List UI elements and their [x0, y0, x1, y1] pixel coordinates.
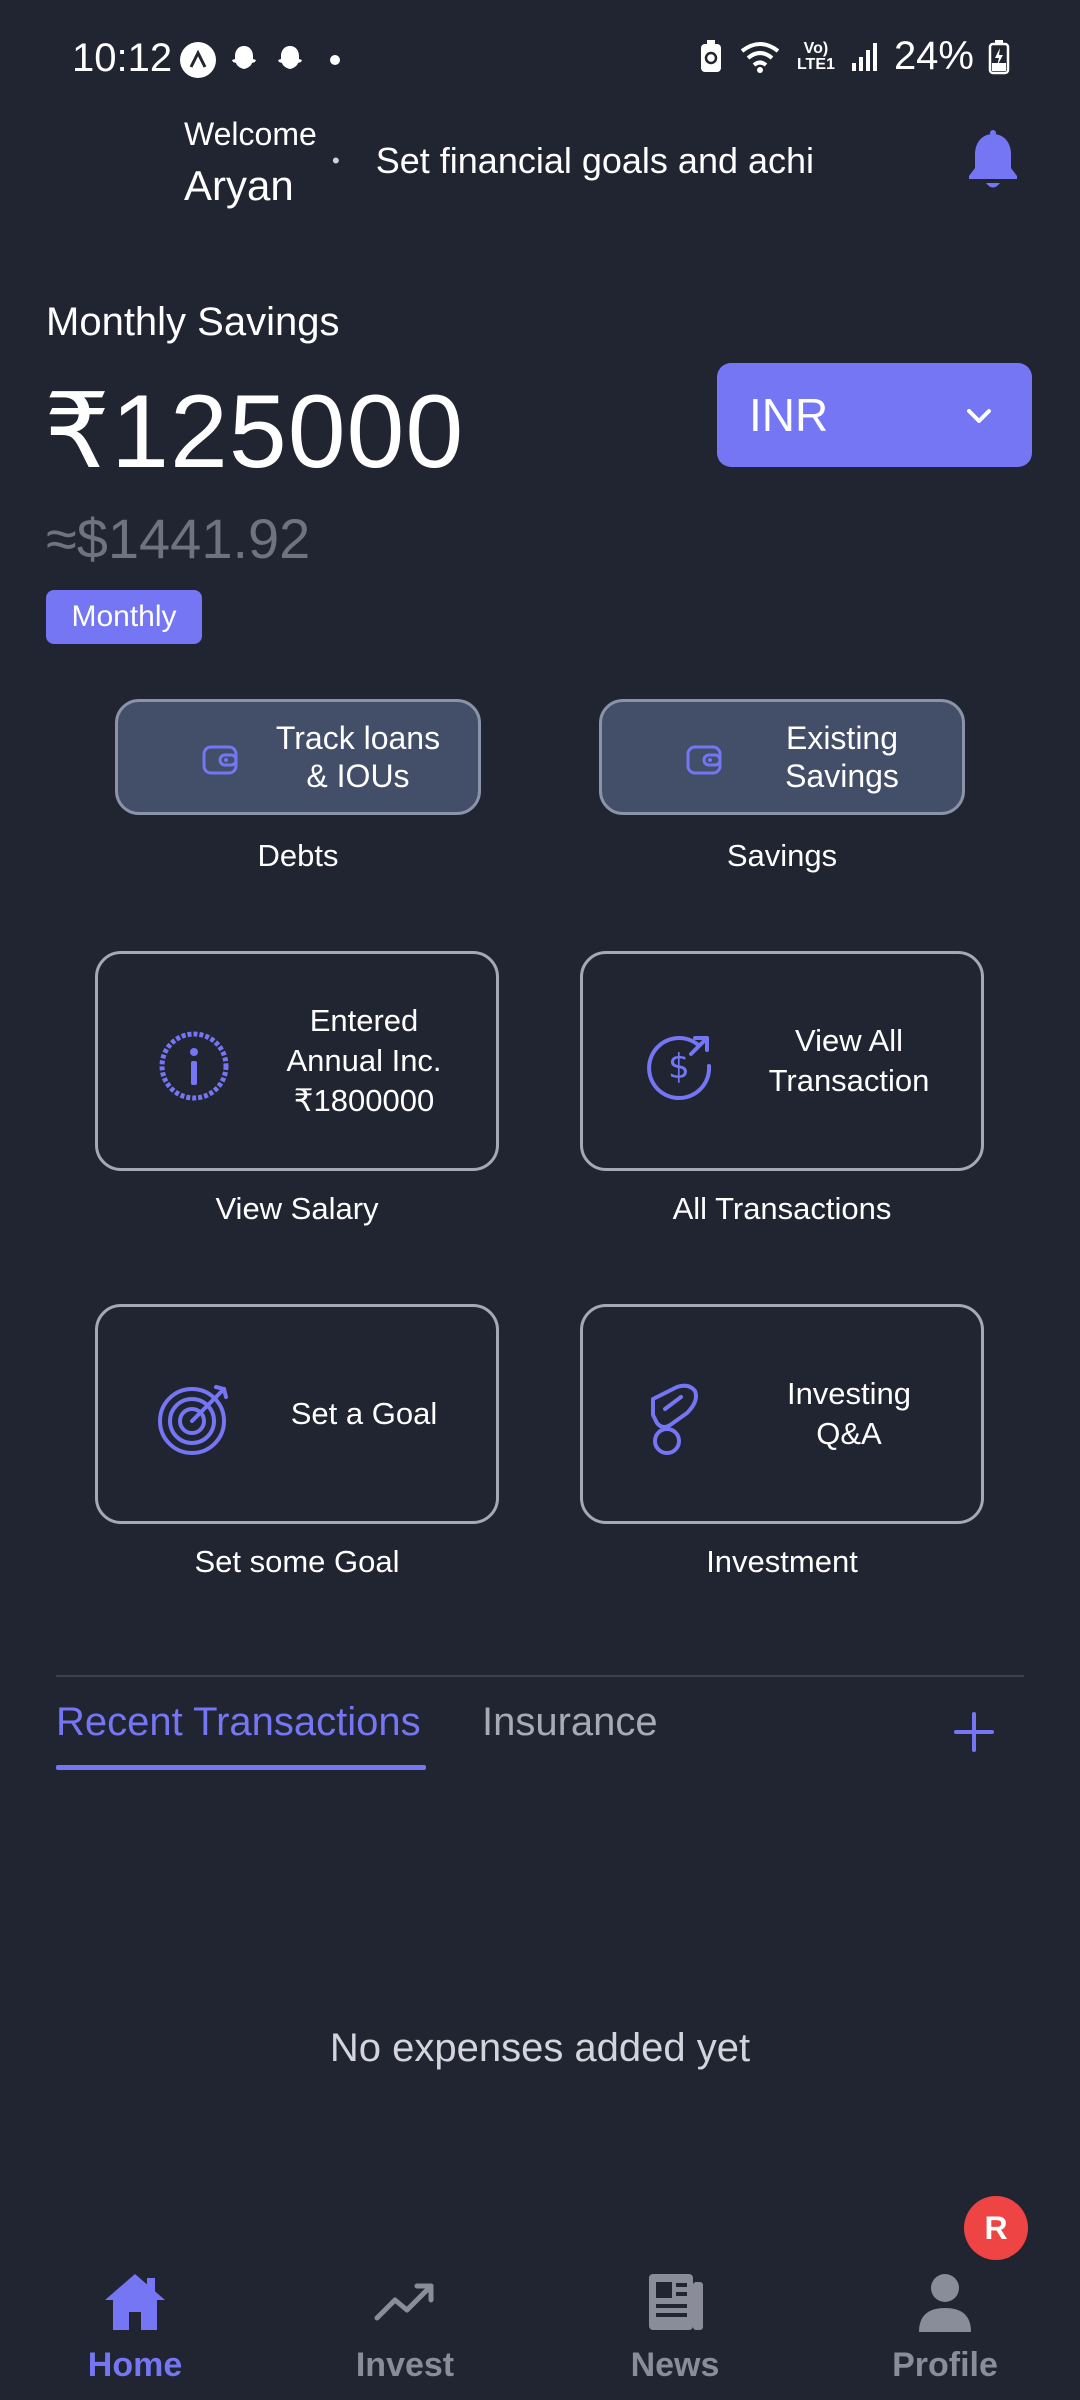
bell-icon[interactable] [964, 130, 1022, 192]
signal-icon [851, 42, 877, 71]
converted-amount: ≈$1441.92 [46, 507, 311, 570]
debts-caption: Debts [257, 838, 339, 873]
existing-savings-button[interactable]: Existing Savings [599, 699, 965, 815]
welcome-label: Welcome [184, 116, 317, 152]
plus-icon[interactable] [952, 1710, 996, 1754]
snapchat-icon [278, 46, 302, 69]
existing-savings-label: Existing Savings [785, 720, 899, 794]
wallet-icon [202, 745, 238, 775]
period-toggle[interactable]: Monthly [46, 590, 202, 644]
all-transactions-card[interactable]: $ View All Transaction [580, 951, 984, 1171]
nav-home[interactable]: Home [0, 2250, 270, 2400]
user-name: Aryan [184, 162, 294, 209]
app-screen: 10:12 Vo) LTE1 24% Welcome Aryan ave • S… [0, 0, 1080, 2400]
wifi-icon [740, 41, 780, 73]
currency-dropdown[interactable]: INR [717, 363, 1032, 467]
target-icon [158, 1385, 228, 1455]
track-loans-label: Track loans & IOUs [275, 720, 441, 794]
nav-home-label: Home [87, 2346, 183, 2384]
ticker-item: Set financial goals and achi [375, 140, 815, 181]
set-goal-label: Set a Goal [290, 1396, 438, 1431]
app-notification-icon [180, 42, 216, 78]
bottom-navigation: Home Invest News Profile [0, 2250, 1080, 2400]
lte-indicator: Vo) LTE1 [796, 39, 835, 73]
hand-coin-icon [651, 1383, 698, 1455]
active-tab-indicator [56, 1765, 426, 1770]
battery-charging-icon [988, 39, 1010, 74]
transactions-card-label: View All Transaction [768, 1023, 930, 1098]
trending-up-icon [374, 2283, 434, 2321]
ticker-separator: • [332, 148, 340, 173]
nav-profile-label: Profile [892, 2346, 998, 2384]
status-bar: 10:12 Vo) LTE1 24% [0, 0, 1080, 120]
svg-text:$: $ [668, 1047, 690, 1087]
battery-saver-icon [700, 39, 721, 72]
set-goal-caption: Set some Goal [194, 1544, 400, 1579]
savings-amount: ₹125000 [44, 374, 465, 490]
nav-profile[interactable]: Profile [810, 2250, 1080, 2400]
view-salary-caption: View Salary [215, 1191, 379, 1226]
home-icon [105, 2274, 165, 2330]
nav-news[interactable]: News [540, 2250, 810, 2400]
view-salary-card[interactable]: Entered Annual Inc. ₹1800000 [95, 951, 499, 1171]
person-icon [919, 2274, 971, 2332]
system-icons: Vo) LTE1 24% [698, 34, 1010, 79]
nav-news-label: News [630, 2346, 720, 2384]
tab-insurance[interactable]: Insurance [482, 1700, 658, 1745]
wallet-icon [686, 745, 722, 775]
info-icon [159, 1031, 229, 1101]
snapchat-icon [232, 46, 256, 69]
dollar-refresh-icon: $ [647, 1036, 712, 1101]
investing-qa-card[interactable]: Investing Q&A [580, 1304, 984, 1524]
battery-percent: 24% [893, 34, 974, 78]
newspaper-icon [649, 2274, 703, 2330]
status-time: 10:12 [72, 36, 173, 80]
investing-qa-label: Investing Q&A [786, 1376, 912, 1451]
tips-ticker: ave • Set financial goals and achi [318, 140, 884, 190]
empty-state-message: No expenses added yet [329, 2026, 751, 2070]
nav-invest[interactable]: Invest [270, 2250, 540, 2400]
currency-value: INR [749, 389, 829, 441]
savings-caption: Savings [726, 838, 838, 873]
track-loans-button[interactable]: Track loans & IOUs [115, 699, 481, 815]
set-goal-card[interactable]: Set a Goal [95, 1304, 499, 1524]
savings-label: Monthly Savings [46, 300, 340, 344]
chevron-down-icon [967, 409, 991, 423]
nav-invest-label: Invest [355, 2346, 455, 2384]
all-transactions-caption: All Transactions [672, 1191, 892, 1226]
section-divider [56, 1675, 1024, 1677]
more-notifications-dot [330, 55, 340, 65]
notification-icons [180, 42, 340, 78]
tab-recent-transactions[interactable]: Recent Transactions [56, 1700, 421, 1745]
investment-caption: Investment [706, 1544, 858, 1579]
salary-card-label: Entered Annual Inc. ₹1800000 [286, 1003, 442, 1118]
